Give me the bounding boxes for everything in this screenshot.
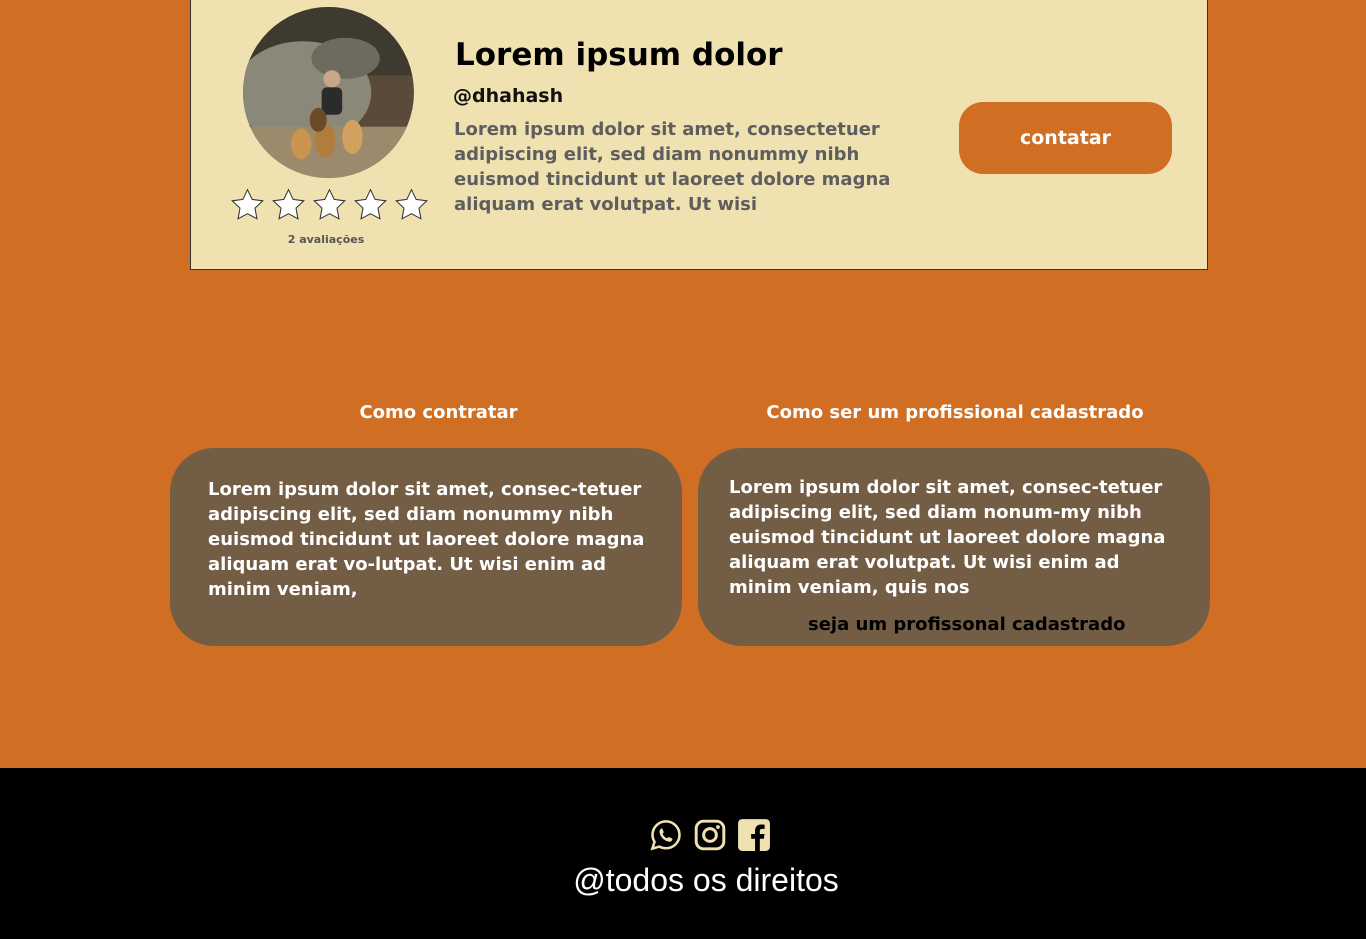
rating-stars[interactable] (229, 187, 430, 223)
contact-button[interactable]: contatar (959, 102, 1172, 174)
star-icon[interactable] (352, 187, 389, 223)
how-to-hire-title: Como contratar (359, 402, 518, 423)
profile-card: 2 avaliações Lorem ipsum dolor @dhahash … (190, 0, 1208, 270)
how-to-hire-text: Lorem ipsum dolor sit amet, consec-tetue… (208, 479, 645, 600)
register-link[interactable]: seja um profissonal cadastrado (808, 614, 1125, 635)
star-icon[interactable] (270, 187, 307, 223)
footer: @todos os direitos (0, 768, 1366, 939)
star-icon[interactable] (229, 187, 266, 223)
how-to-register-box: Lorem ipsum dolor sit amet, consec-tetue… (698, 448, 1210, 646)
how-to-register-text: Lorem ipsum dolor sit amet, consec-tetue… (729, 477, 1166, 598)
instagram-icon[interactable] (693, 818, 727, 852)
profile-photo-icon (243, 7, 414, 178)
profile-handle: @dhahash (453, 85, 564, 107)
whatsapp-icon[interactable] (649, 818, 683, 852)
how-to-register-title: Como ser um profissional cadastrado (766, 402, 1144, 423)
profile-name: Lorem ipsum dolor (455, 37, 783, 73)
facebook-icon[interactable] (737, 818, 771, 852)
how-to-hire-box: Lorem ipsum dolor sit amet, consec-tetue… (170, 448, 682, 646)
copyright-text: @todos os direitos (573, 862, 839, 898)
star-icon[interactable] (393, 187, 430, 223)
page: 2 avaliações Lorem ipsum dolor @dhahash … (0, 0, 1366, 939)
profile-bio: Lorem ipsum dolor sit amet, consectetuer… (454, 119, 891, 215)
profile-avatar (243, 7, 414, 178)
star-icon[interactable] (311, 187, 348, 223)
social-icons (649, 818, 771, 852)
rating-count: 2 avaliações (287, 233, 365, 246)
